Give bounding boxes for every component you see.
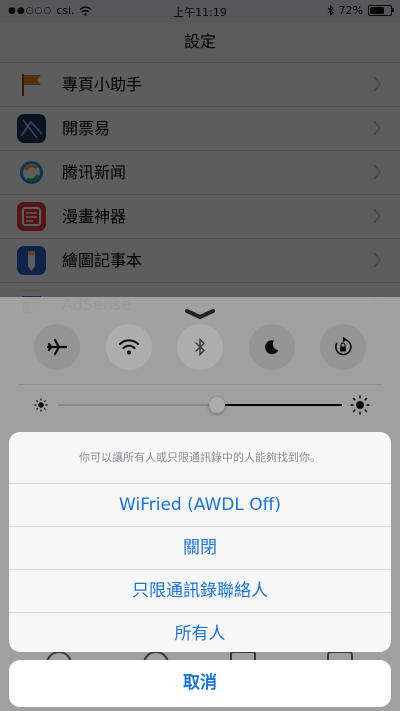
option-contacts-only[interactable]: 只限通訊錄聯絡人 bbox=[9, 570, 391, 613]
action-sheet-message: 你可以讓所有人或只限通訊錄中的人能夠找到你。 bbox=[9, 432, 391, 484]
airdrop-action-sheet: 你可以讓所有人或只限通訊錄中的人能夠找到你。 WiFried (AWDL Off… bbox=[9, 432, 391, 652]
option-off[interactable]: 關閉 bbox=[9, 527, 391, 570]
option-wifried-awdl-off[interactable]: WiFried (AWDL Off) bbox=[9, 484, 391, 527]
cancel-button[interactable]: 取消 bbox=[9, 660, 391, 707]
settings-screen: ●●○○○ csl. 上午11:19 72% 設定 專頁小助手 開票易 腾讯新闻… bbox=[0, 0, 400, 711]
option-everyone[interactable]: 所有人 bbox=[9, 613, 391, 652]
